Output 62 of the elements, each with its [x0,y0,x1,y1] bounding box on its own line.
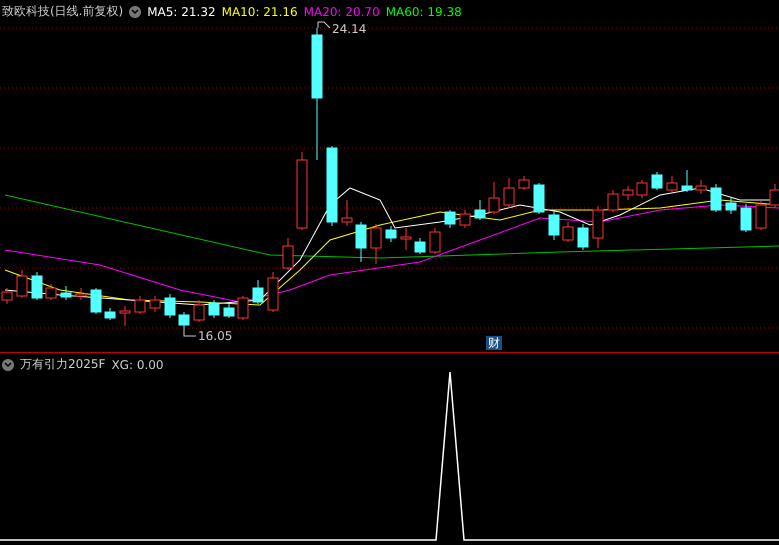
candlestick [76,288,86,300]
indicator-reading: XG: 0.00 [111,358,164,372]
indicator-name: 万有引力2025F [20,356,106,373]
candlestick [164,294,176,318]
candlestick [444,210,456,228]
candlestick [386,226,396,242]
dropdown-icon[interactable] [129,6,142,18]
candlestick [32,272,42,300]
moving-average-legend: MA60: 19.38 [386,4,462,18]
candlestick [430,228,440,254]
candlestick [208,300,220,318]
candlestick [282,238,294,270]
chart-title: 致欧科技(日线.前复权) [2,3,124,20]
candlestick [342,200,352,226]
candlestick [636,180,648,198]
candlestick [120,306,130,326]
candlestick [608,190,618,212]
candlestick [696,180,706,194]
candlestick [666,176,678,192]
candlestick [224,304,234,318]
candlestick [16,270,28,298]
moving-average-legend: MA20: 20.70 [304,4,380,18]
candlestick [518,176,530,190]
candlestick [652,172,662,190]
candlestick [194,300,204,322]
candlestick [414,238,426,254]
candlestick [548,210,560,240]
candlestick [104,308,116,320]
candlestick [150,296,160,312]
candlestick [756,200,766,230]
candlestick [134,296,146,314]
candlestick [252,280,264,304]
candlestick [46,284,56,300]
candlestick [592,206,604,248]
candlestick [710,184,722,212]
candlestick [622,186,634,200]
candlestick [178,312,190,330]
moving-average-legend: MA5: 21.32 [147,4,216,18]
candlestick [474,200,486,220]
event-badge[interactable]: 财 [486,336,502,350]
leader-line [318,22,330,28]
candlestick [562,222,574,242]
candlestick [534,182,544,214]
candlestick [90,288,102,314]
candlestick [370,224,382,264]
candlestick [460,210,470,228]
dropdown-icon[interactable] [2,358,14,370]
candlestick [60,286,72,300]
candlestick [488,182,500,214]
low-price-label: 16.05 [198,329,232,343]
leader-line [184,330,196,336]
candlestick [268,272,278,312]
candlestick [400,228,412,250]
moving-average-legend: MA10: 21.16 [222,4,298,18]
candlestick [356,222,366,262]
candlestick [578,224,588,250]
candlestick [682,170,692,192]
candlestick [740,204,752,232]
candlestick [504,178,514,208]
candlestick [238,296,248,320]
high-price-label: 24.14 [332,22,366,36]
candlestick [726,198,736,214]
